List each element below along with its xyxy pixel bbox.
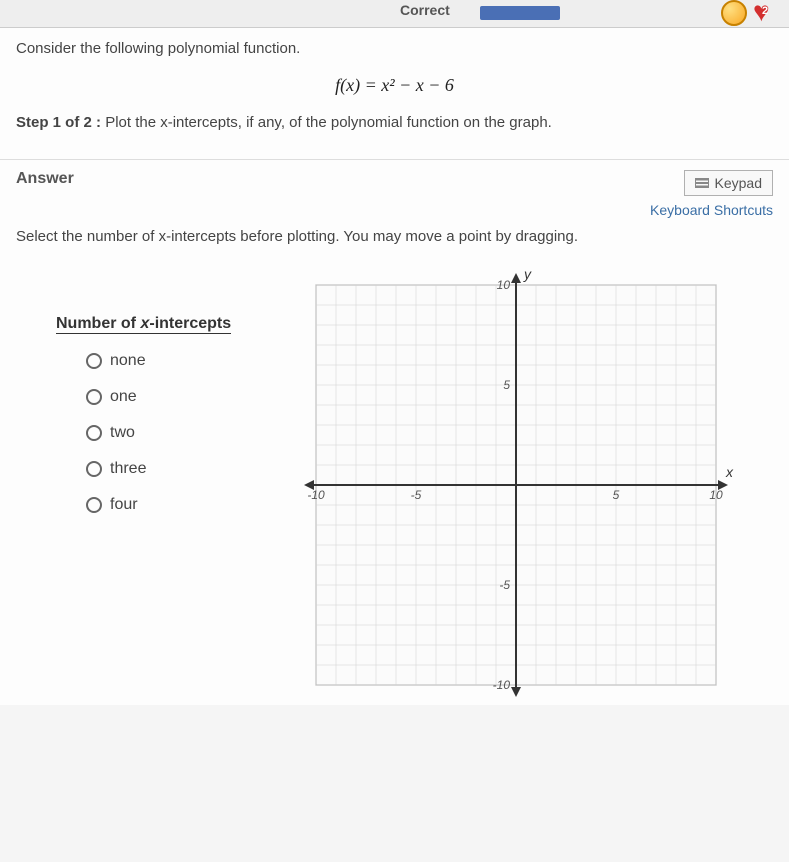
main-area: Number of x-intercepts none one two thre… [16,265,773,705]
step-text: Plot the x-intercepts, if any, of the po… [105,114,552,131]
radio-option-two[interactable]: two [56,424,276,442]
keyboard-shortcuts-link[interactable]: Keyboard Shortcuts [650,202,773,218]
svg-text:-10: -10 [493,678,511,692]
radio-label: four [110,496,138,514]
question-content: Consider the following polynomial functi… [0,28,789,705]
progress-segment [480,6,560,20]
radio-option-four[interactable]: four [56,496,276,514]
badge-group: 2 [721,0,781,26]
step-line: Step 1 of 2 : Plot the x-intercepts, if … [16,114,773,131]
step-bold: Step 1 of 2 : [16,114,101,131]
radio-label: none [110,352,146,370]
equation-display: f(x) = x² − x − 6 [16,75,773,96]
heart-badge: 2 [753,0,781,26]
svg-text:5: 5 [613,488,620,502]
radio-icon [86,497,102,513]
coordinate-graph[interactable]: -10-5510-10-5510xy [296,265,736,705]
svg-text:x: x [725,464,734,480]
radio-label: one [110,388,137,406]
heart-count: 2 [762,5,768,17]
instruction-text: Select the number of x-intercepts before… [16,228,757,245]
keypad-button[interactable]: Keypad [684,170,773,196]
answer-label: Answer [16,170,74,188]
radio-label: two [110,424,135,442]
radio-icon [86,461,102,477]
svg-text:-5: -5 [411,488,422,502]
radio-label: three [110,460,146,478]
question-prompt: Consider the following polynomial functi… [16,40,773,57]
radio-icon [86,353,102,369]
radio-option-one[interactable]: one [56,388,276,406]
options-column: Number of x-intercepts none one two thre… [56,265,276,532]
correct-label: Correct [400,2,450,18]
top-bar: Correct 2 [0,0,789,28]
right-controls: Keypad Keyboard Shortcuts [650,170,773,218]
svg-text:5: 5 [503,378,510,392]
svg-text:-10: -10 [307,488,325,502]
coin-icon [721,0,747,26]
options-header: Number of x-intercepts [56,315,231,334]
svg-text:10: 10 [497,278,511,292]
svg-text:10: 10 [709,488,723,502]
svg-text:y: y [523,266,532,282]
keypad-icon [695,178,709,188]
svg-text:-5: -5 [499,578,510,592]
radio-option-three[interactable]: three [56,460,276,478]
radio-icon [86,389,102,405]
radio-icon [86,425,102,441]
radio-option-none[interactable]: none [56,352,276,370]
answer-bar: Answer Keypad Keyboard Shortcuts [0,159,789,218]
keypad-label: Keypad [715,175,762,191]
